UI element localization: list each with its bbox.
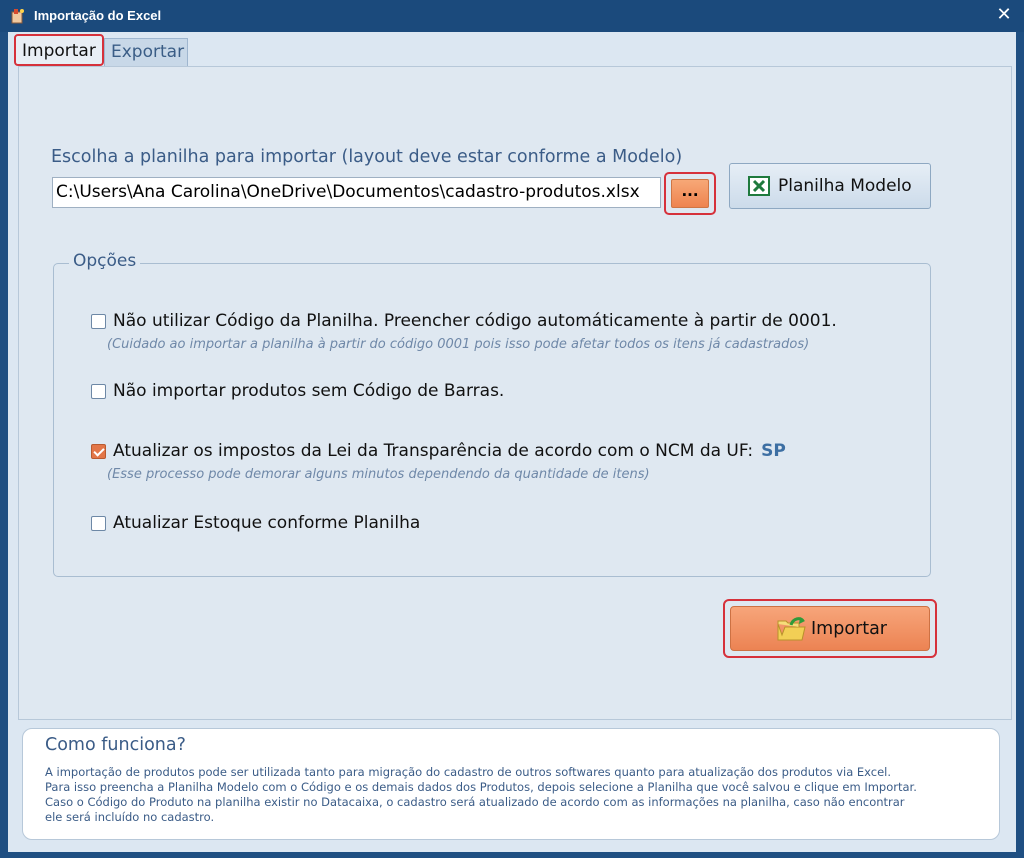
- window-client-area: Importar Exportar Escolha a planilha par…: [8, 32, 1016, 852]
- help-text-line: Para isso preencha a Planilha Modelo com…: [45, 780, 917, 794]
- window-title: Importação do Excel: [34, 8, 162, 23]
- import-button-highlight: Importar: [723, 599, 937, 658]
- option-label: Atualizar os impostos da Lei da Transpar…: [113, 441, 786, 461]
- help-title: Como funciona?: [45, 735, 186, 755]
- file-select-label: Escolha a planilha para importar (layout…: [51, 147, 683, 167]
- checkbox[interactable]: [91, 516, 106, 531]
- planilha-modelo-label: Planilha Modelo: [778, 176, 912, 196]
- checkbox-checked[interactable]: [91, 444, 106, 459]
- browse-button-highlight: ...: [664, 172, 716, 215]
- excel-icon: [748, 176, 770, 196]
- help-text-line: Caso o Código do Produto na planilha exi…: [45, 795, 905, 809]
- app-icon: [11, 9, 24, 24]
- uf-value: SP: [761, 441, 786, 461]
- tab-importar[interactable]: Importar: [14, 34, 104, 66]
- option-note: (Esse processo pode demorar alguns minut…: [107, 467, 650, 482]
- title-bar: Importação do Excel ✕: [0, 0, 1024, 32]
- browse-button[interactable]: ...: [671, 179, 709, 208]
- tab-exportar[interactable]: Exportar: [104, 38, 188, 66]
- options-legend: Opções: [69, 251, 141, 271]
- tab-bar: Importar Exportar: [8, 32, 1016, 66]
- help-box: Como funciona? A importação de produtos …: [22, 728, 1000, 840]
- checkbox[interactable]: [91, 314, 106, 329]
- importacao-window: Importação do Excel ✕ Importar Exportar …: [0, 0, 1024, 858]
- option-note: (Cuidado ao importar a planilha à partir…: [107, 337, 810, 352]
- help-text-line: ele será incluído no cadastro.: [45, 810, 215, 824]
- file-path-input[interactable]: C:\Users\Ana Carolina\OneDrive\Documento…: [52, 177, 661, 208]
- import-tab-panel: Escolha a planilha para importar (layout…: [18, 66, 1012, 720]
- option-label: Não utilizar Código da Planilha. Preench…: [113, 311, 837, 331]
- option-label-text: Atualizar os impostos da Lei da Transpar…: [113, 441, 754, 461]
- planilha-modelo-button[interactable]: Planilha Modelo: [729, 163, 931, 209]
- close-icon[interactable]: ✕: [994, 4, 1014, 26]
- importar-button[interactable]: Importar: [730, 606, 930, 651]
- importar-label: Importar: [811, 619, 887, 639]
- checkbox[interactable]: [91, 384, 106, 399]
- folder-arrow-icon: [777, 617, 806, 641]
- option-label: Não importar produtos sem Código de Barr…: [113, 381, 505, 401]
- option-label: Atualizar Estoque conforme Planilha: [113, 513, 421, 533]
- help-text-line: A importação de produtos pode ser utiliz…: [45, 765, 892, 779]
